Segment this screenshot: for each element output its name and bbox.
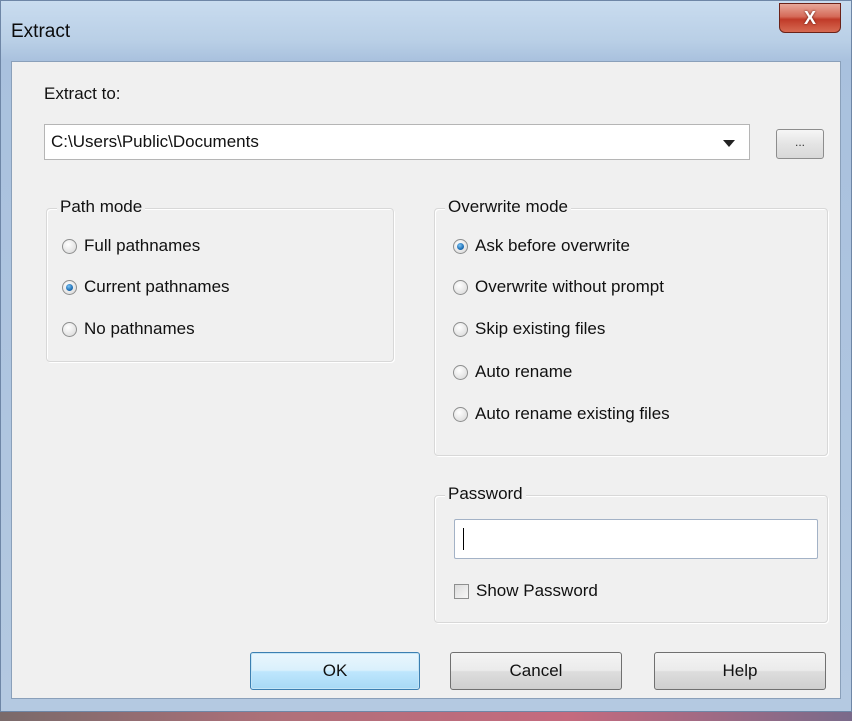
ok-button[interactable]: OK [250, 652, 420, 690]
radio-label: Ask before overwrite [475, 236, 630, 255]
radio-button-icon [62, 238, 77, 254]
radio-label: Current pathnames [84, 277, 230, 296]
checkbox-icon [454, 583, 469, 599]
show-password-label: Show Password [476, 581, 598, 600]
dialog-client-area: Extract to: C:\Users\Public\Documents ..… [11, 61, 841, 699]
radio-label: Auto rename existing files [475, 404, 670, 423]
extract-dialog: Extract X Extract to: C:\Users\Public\Do… [0, 0, 852, 712]
radio-no-pathnames[interactable]: No pathnames [62, 317, 195, 341]
radio-auto-rename[interactable]: Auto rename [453, 360, 572, 384]
show-password-checkbox[interactable]: Show Password [454, 579, 598, 603]
radio-current-pathnames[interactable]: Current pathnames [62, 275, 230, 299]
desktop-background-edge [0, 712, 852, 721]
radio-button-icon [453, 279, 468, 295]
browse-button[interactable]: ... [776, 129, 824, 159]
radio-button-icon [453, 364, 468, 380]
cancel-button[interactable]: Cancel [450, 652, 622, 690]
radio-ask-before-overwrite[interactable]: Ask before overwrite [453, 234, 630, 258]
radio-button-icon [453, 406, 468, 422]
radio-button-icon [453, 321, 468, 337]
path-mode-title: Path mode [57, 197, 146, 217]
radio-label: Overwrite without prompt [475, 277, 664, 296]
extract-to-label: Extract to: [44, 84, 121, 103]
window-title: Extract [11, 21, 71, 42]
overwrite-mode-title: Overwrite mode [445, 197, 571, 217]
radio-button-selected-icon [453, 238, 468, 254]
extract-to-combobox[interactable]: C:\Users\Public\Documents [44, 124, 750, 160]
radio-label: Auto rename [475, 362, 573, 381]
radio-full-pathnames[interactable]: Full pathnames [62, 234, 200, 258]
radio-skip-existing-files[interactable]: Skip existing files [453, 317, 605, 341]
password-group: Password [434, 484, 828, 623]
password-title: Password [445, 484, 526, 504]
extract-to-path: C:\Users\Public\Documents [51, 132, 259, 151]
password-input[interactable] [454, 519, 818, 559]
help-button[interactable]: Help [654, 652, 826, 690]
radio-button-icon [62, 321, 77, 337]
chevron-down-icon[interactable] [723, 140, 735, 147]
radio-button-selected-icon [62, 279, 77, 295]
radio-label: Full pathnames [84, 236, 201, 255]
title-bar: Extract X [1, 1, 851, 61]
text-caret [463, 528, 464, 550]
close-icon: X [803, 7, 816, 28]
radio-label: No pathnames [84, 319, 195, 338]
radio-auto-rename-existing-files[interactable]: Auto rename existing files [453, 402, 670, 426]
close-button[interactable]: X [779, 3, 841, 33]
radio-label: Skip existing files [475, 319, 606, 338]
radio-overwrite-without-prompt[interactable]: Overwrite without prompt [453, 275, 664, 299]
